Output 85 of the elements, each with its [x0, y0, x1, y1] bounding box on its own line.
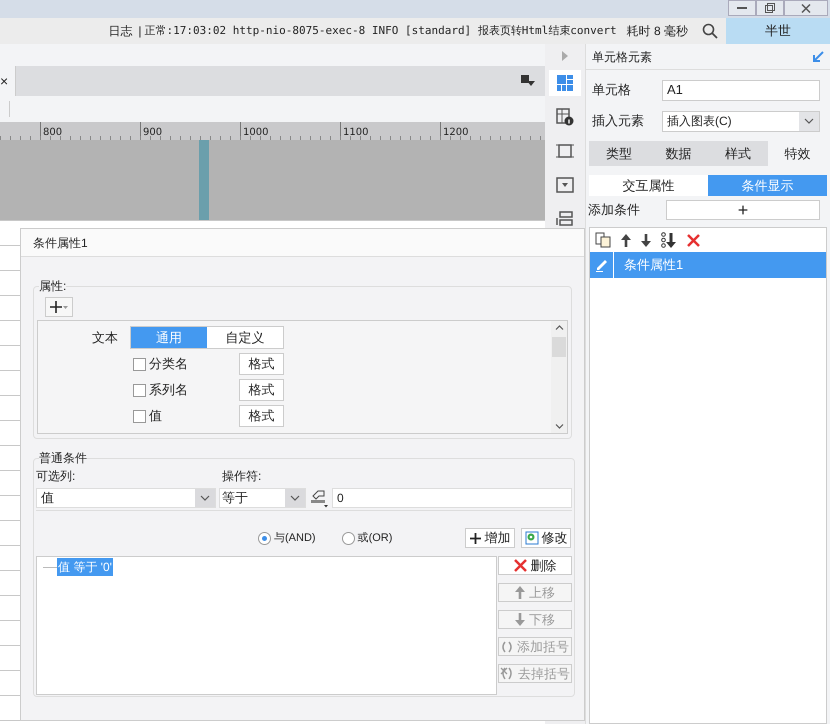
chevron-up-icon	[554, 325, 564, 330]
restore-button[interactable]	[756, 0, 784, 16]
panel-tab[interactable]: 样式	[708, 141, 768, 166]
move-bottom-icon[interactable]	[661, 232, 677, 248]
checkbox-label: 值	[149, 407, 163, 426]
grid-icon	[556, 74, 574, 92]
chevron-down-icon	[804, 118, 814, 124]
scrollbar[interactable]	[551, 321, 567, 433]
log-message: 正常:17:03:02 http-nio-8075-exec-8 INFO [standard] 报表页转Html结束convert	[144, 22, 617, 39]
field-label: 操作符:	[222, 468, 262, 483]
restore-icon	[765, 3, 775, 13]
dropdown-box-icon	[556, 177, 574, 193]
plus-icon	[470, 532, 480, 544]
radio-button[interactable]	[258, 532, 271, 544]
pencil-icon	[594, 258, 608, 272]
close-button[interactable]	[784, 0, 828, 16]
group-label: 普通条件	[39, 450, 87, 467]
cell-field[interactable]: A1	[662, 80, 820, 100]
arrow-up-icon	[515, 586, 525, 599]
panel-tab[interactable]: 数据	[648, 141, 708, 166]
caret-icon	[63, 306, 68, 308]
modify-button[interactable]: 修改	[521, 528, 571, 548]
sub-tab[interactable]: 交互属性	[589, 175, 708, 196]
frame-icon	[556, 142, 574, 160]
format-button[interactable]: 格式	[239, 405, 284, 427]
panel-title: 单元格元素	[592, 48, 652, 66]
arrow-up-icon	[621, 234, 631, 246]
plus-icon	[50, 301, 62, 313]
radio-label: 与(AND)	[274, 530, 316, 546]
minimize-button[interactable]	[728, 0, 756, 16]
ruler-label: 1100	[343, 127, 368, 138]
search-icon[interactable]	[702, 23, 718, 39]
column-select[interactable]: 值	[36, 488, 216, 508]
checkbox-label: 分类名	[149, 355, 189, 374]
checkbox[interactable]	[133, 410, 146, 422]
ruler-label: 1000	[243, 127, 268, 138]
insert-select[interactable]: 插入图表(C)	[662, 110, 820, 132]
arrow-down-icon	[515, 613, 525, 626]
log-separator: |	[138, 23, 142, 40]
remove-parentheses-icon	[500, 667, 514, 680]
checkbox-label: 系列名	[149, 381, 189, 400]
add-condition-label: 添加条件	[588, 201, 640, 220]
field-label: 单元格	[592, 81, 632, 100]
arrow-down-icon	[641, 234, 651, 246]
ruler-label: 800	[43, 127, 62, 138]
panel-tab[interactable]: 类型	[589, 141, 648, 166]
log-duration: 耗时 8 毫秒	[626, 23, 688, 40]
ruler-label: 900	[143, 127, 162, 138]
close-icon	[801, 4, 811, 12]
group-label: 属性:	[39, 278, 66, 295]
add-property-button[interactable]	[45, 297, 73, 317]
value-type-icon[interactable]	[309, 488, 329, 508]
scroll-thumb[interactable]	[552, 337, 566, 357]
chevron-down-icon	[200, 495, 210, 501]
text-label: 文本	[92, 328, 119, 347]
arrow-icon[interactable]	[812, 50, 824, 62]
panel-tab[interactable]: 特效	[768, 141, 827, 166]
format-button[interactable]: 格式	[239, 379, 284, 401]
field-label: 插入元素	[592, 112, 645, 130]
mode-tab[interactable]: 自定义	[207, 327, 283, 348]
radio-button[interactable]	[342, 532, 355, 544]
checkbox[interactable]	[133, 384, 146, 396]
close-icon	[687, 234, 700, 246]
copy-icon[interactable]	[595, 232, 611, 248]
ruler-label: 1200	[443, 127, 468, 138]
chevron-down-icon	[290, 495, 300, 501]
parentheses-icon	[501, 640, 513, 652]
operator-select[interactable]: 等于	[219, 488, 306, 508]
chevron-down-icon	[554, 424, 564, 429]
value-field[interactable]: 0	[332, 488, 572, 508]
minimize-icon	[737, 6, 747, 10]
action-button[interactable]: 删除	[498, 556, 572, 575]
close-icon	[514, 559, 526, 572]
table-info-icon	[556, 108, 574, 126]
checkbox[interactable]	[133, 358, 146, 370]
add-condition-button[interactable]: +	[666, 200, 820, 220]
radio-label: 或(OR)	[358, 530, 392, 546]
menu-dropdown-icon[interactable]	[521, 75, 535, 87]
add-button[interactable]: 增加	[465, 528, 515, 548]
layers-icon	[556, 211, 574, 227]
format-button[interactable]: 格式	[239, 353, 284, 375]
log-label[interactable]: 日志	[108, 22, 132, 40]
user-name[interactable]: 半世	[726, 18, 830, 44]
dialog-title: 条件属性1	[33, 234, 88, 252]
field-label: 可选列:	[36, 468, 76, 483]
